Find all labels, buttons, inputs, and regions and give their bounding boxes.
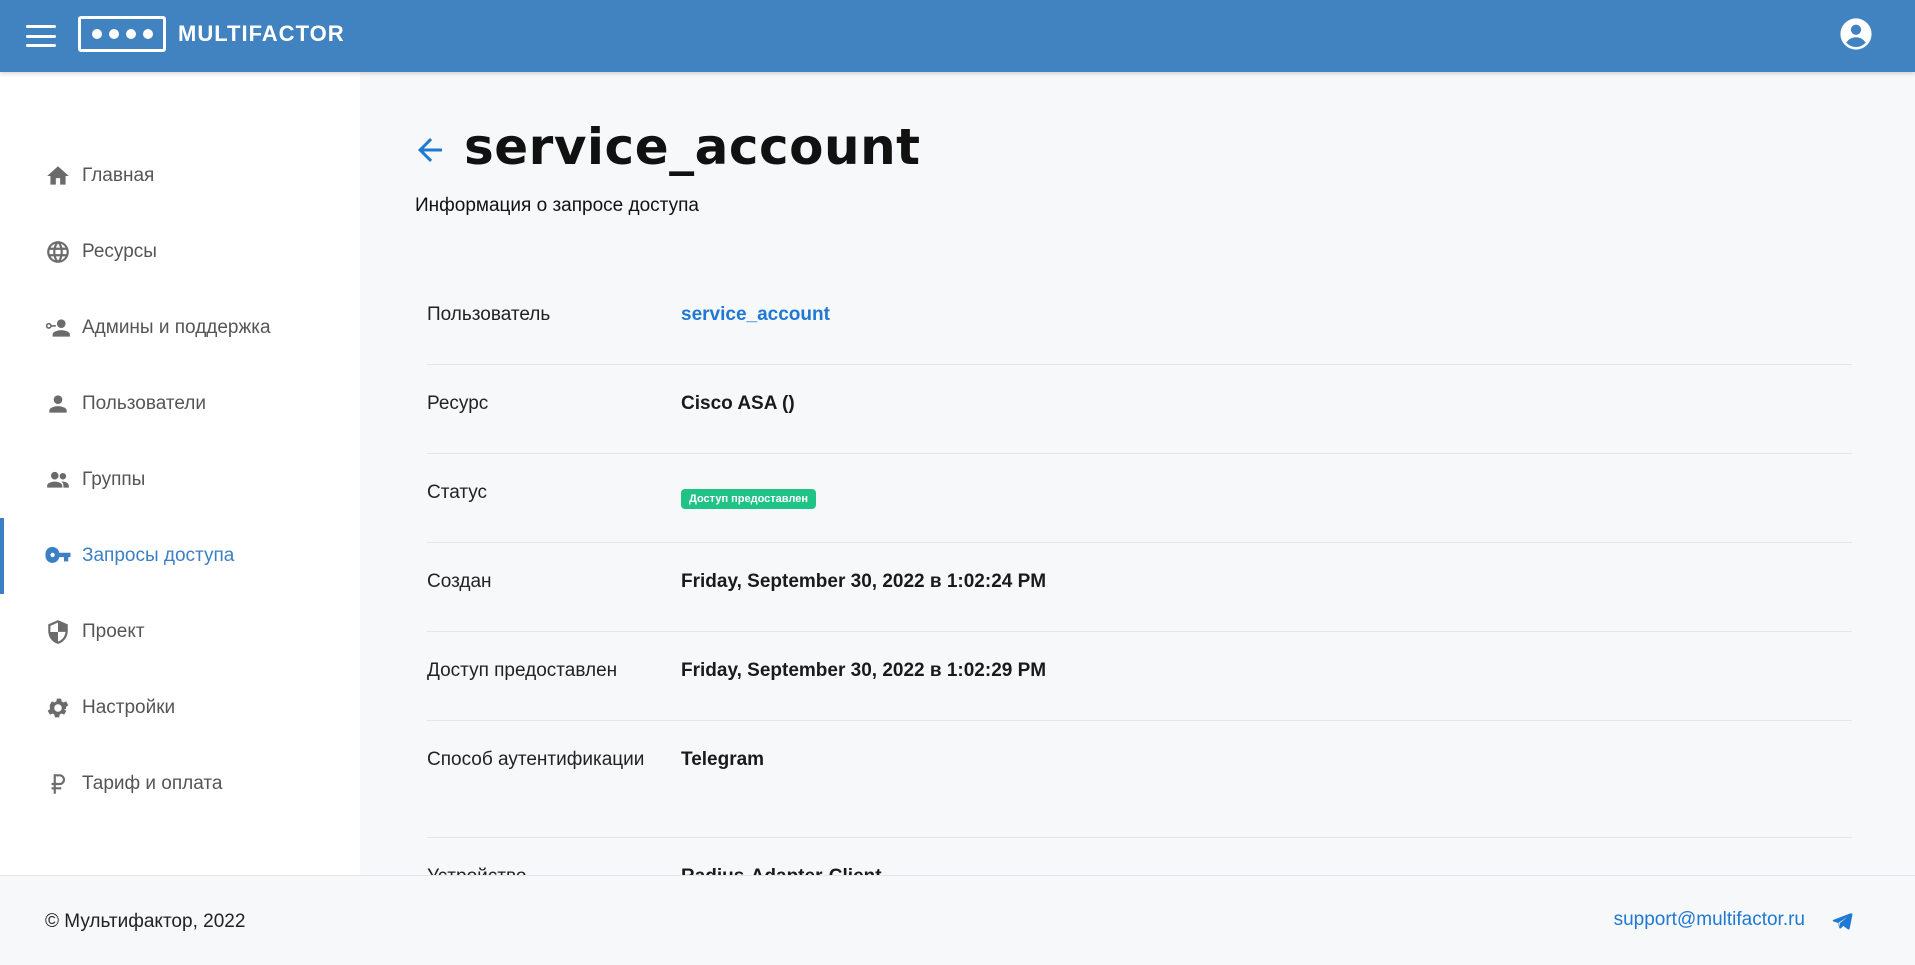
detail-row-auth-method: Способ аутентификации Telegram bbox=[427, 721, 1852, 838]
detail-label: Доступ предоставлен bbox=[427, 660, 618, 681]
ruble-icon bbox=[45, 771, 71, 797]
detail-label: Пользователь bbox=[427, 304, 551, 325]
sidebar-item-settings[interactable]: Настройки bbox=[0, 670, 360, 746]
home-icon bbox=[45, 163, 71, 189]
detail-value: Friday, September 30, 2022 в 1:02:29 PM bbox=[681, 660, 1047, 681]
sidebar-item-users[interactable]: Пользователи bbox=[0, 366, 360, 442]
shield-icon bbox=[45, 619, 71, 645]
sidebar-item-label: Главная bbox=[82, 165, 155, 186]
sidebar-item-label: Проект bbox=[82, 621, 145, 642]
detail-row-user: Пользователь service_account bbox=[427, 276, 1852, 365]
main-content: service_account Информация о запросе дос… bbox=[360, 72, 1915, 875]
detail-value: Cisco ASA () bbox=[681, 393, 795, 414]
page-subtitle: Информация о запросе доступа bbox=[415, 195, 699, 216]
detail-row-device: Устройство Radius-Adapter-Client bbox=[427, 838, 1852, 875]
sidebar-item-label: Админы и поддержка bbox=[82, 317, 271, 338]
logo[interactable]: MULTIFACTOR bbox=[78, 16, 345, 52]
detail-value: Friday, September 30, 2022 в 1:02:24 PM bbox=[681, 571, 1047, 592]
admin-key-user-icon bbox=[45, 315, 71, 341]
sidebar-item-resources[interactable]: Ресурсы bbox=[0, 214, 360, 290]
gear-icon bbox=[45, 695, 71, 721]
detail-label: Способ аутентификации bbox=[427, 749, 645, 770]
copyright: © Мультифактор, 2022 bbox=[45, 911, 246, 932]
top-bar: MULTIFACTOR bbox=[0, 0, 1915, 72]
detail-label: Статус bbox=[427, 482, 488, 503]
status-badge: Доступ предоставлен bbox=[681, 489, 817, 509]
detail-label: Устройство bbox=[427, 862, 647, 875]
detail-row-granted: Доступ предоставлен Friday, September 30… bbox=[427, 632, 1852, 721]
sidebar-item-label: Запросы доступа bbox=[82, 545, 235, 566]
hamburger-menu-icon[interactable] bbox=[26, 25, 56, 47]
detail-value: Telegram bbox=[681, 749, 765, 770]
brand-name: MULTIFACTOR bbox=[178, 21, 345, 46]
detail-label: Ресурс bbox=[427, 393, 489, 414]
detail-row-resource: Ресурс Cisco ASA () bbox=[427, 365, 1852, 454]
sidebar-item-admins[interactable]: Админы и поддержка bbox=[0, 290, 360, 366]
page-title: service_account bbox=[464, 118, 921, 176]
detail-value: Radius-Adapter-Client bbox=[681, 862, 882, 875]
telegram-icon[interactable] bbox=[1831, 910, 1853, 932]
sidebar-item-label: Группы bbox=[82, 469, 146, 490]
sidebar-item-label: Тариф и оплата bbox=[82, 773, 223, 794]
sidebar-item-label: Ресурсы bbox=[82, 241, 157, 262]
footer: © Мультифактор, 2022 support@multifactor… bbox=[0, 875, 1915, 965]
support-email-link[interactable]: support@multifactor.ru bbox=[1614, 909, 1805, 931]
detail-row-status: Статус Доступ предоставлен bbox=[427, 454, 1852, 543]
group-icon bbox=[45, 467, 71, 493]
sidebar-item-home[interactable]: Главная bbox=[0, 138, 360, 214]
sidebar-item-access-requests[interactable]: Запросы доступа bbox=[0, 518, 360, 594]
key-icon bbox=[45, 543, 71, 569]
back-arrow-icon[interactable] bbox=[412, 132, 448, 168]
sidebar: Главная Ресурсы Админы и поддержка Польз… bbox=[0, 72, 360, 875]
account-circle-icon[interactable] bbox=[1839, 17, 1873, 51]
sidebar-item-project[interactable]: Проект bbox=[0, 594, 360, 670]
logo-dots-icon bbox=[78, 16, 166, 52]
globe-icon bbox=[45, 239, 71, 265]
user-icon bbox=[45, 391, 71, 417]
detail-label: Создан bbox=[427, 571, 492, 592]
detail-row-created: Создан Friday, September 30, 2022 в 1:02… bbox=[427, 543, 1852, 632]
sidebar-item-groups[interactable]: Группы bbox=[0, 442, 360, 518]
sidebar-item-billing[interactable]: Тариф и оплата bbox=[0, 746, 360, 822]
sidebar-item-label: Пользователи bbox=[82, 393, 207, 414]
sidebar-item-label: Настройки bbox=[82, 697, 176, 718]
user-link[interactable]: service_account bbox=[681, 300, 830, 329]
